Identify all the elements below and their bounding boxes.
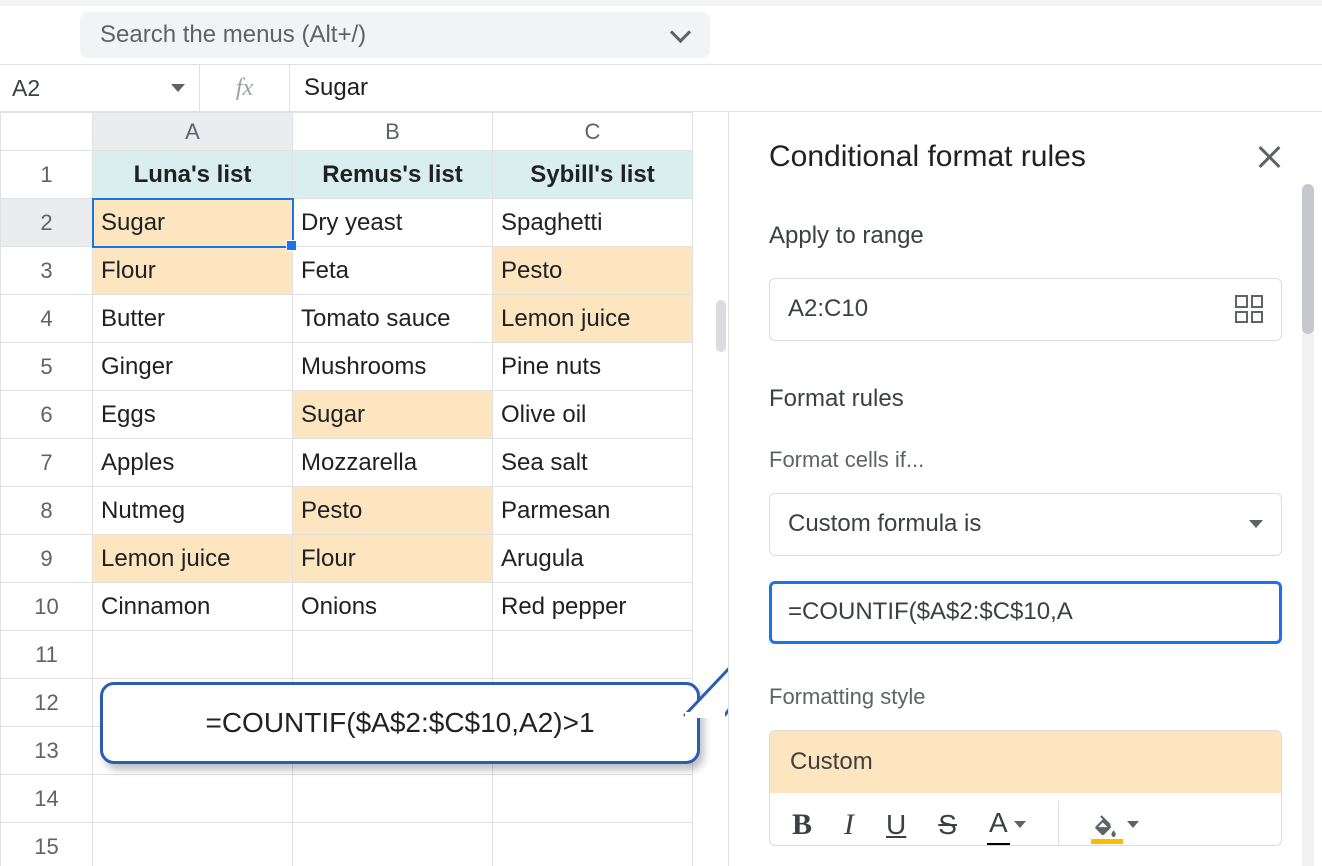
cell[interactable]: [93, 823, 293, 866]
row-header[interactable]: 6: [1, 391, 93, 439]
formula-bar-value: Sugar: [304, 74, 368, 102]
row-header[interactable]: 2: [1, 199, 93, 247]
cell[interactable]: Tomato sauce: [293, 295, 493, 343]
panel-scrollbar[interactable]: [1302, 184, 1314, 866]
cell[interactable]: [293, 775, 493, 823]
annotation-text: =COUNTIF($A$2:$C$10,A2)>1: [205, 707, 594, 738]
row-header[interactable]: 15: [1, 823, 93, 866]
cell[interactable]: Ginger: [93, 343, 293, 391]
paint-bucket-icon: [1091, 812, 1121, 838]
caret-down-icon: [1014, 821, 1026, 828]
caret-down-icon: [1249, 520, 1263, 528]
text-color-button[interactable]: A: [989, 807, 1026, 843]
format-cells-if-label: Format cells if...: [769, 447, 1282, 473]
spreadsheet-grid[interactable]: ABC 1Luna's listRemus's listSybill's list…: [0, 112, 728, 866]
format-rules-label: Format rules: [769, 385, 1282, 413]
cell[interactable]: Pesto: [493, 247, 693, 295]
chevron-down-icon: [670, 24, 692, 46]
style-preview[interactable]: Custom: [770, 731, 1281, 793]
name-box[interactable]: A2: [0, 65, 200, 111]
name-box-value: A2: [12, 75, 40, 102]
cell[interactable]: Spaghetti: [493, 199, 693, 247]
cell[interactable]: Apples: [93, 439, 293, 487]
row-header[interactable]: 14: [1, 775, 93, 823]
cell[interactable]: Flour: [93, 247, 293, 295]
row-header[interactable]: 3: [1, 247, 93, 295]
cell[interactable]: Sugar: [293, 391, 493, 439]
strike-button[interactable]: S: [938, 809, 957, 841]
row-header[interactable]: 5: [1, 343, 93, 391]
cell[interactable]: [493, 775, 693, 823]
row-header[interactable]: 11: [1, 631, 93, 679]
cell[interactable]: Cinnamon: [93, 583, 293, 631]
cell[interactable]: Olive oil: [493, 391, 693, 439]
caret-down-icon: [171, 84, 185, 92]
cell[interactable]: Arugula: [493, 535, 693, 583]
menu-search[interactable]: [80, 12, 710, 58]
row-header[interactable]: 13: [1, 727, 93, 775]
cell[interactable]: Lemon juice: [93, 535, 293, 583]
cell[interactable]: Dry yeast: [293, 199, 493, 247]
panel-title: Conditional format rules: [769, 140, 1086, 174]
row-header[interactable]: 12: [1, 679, 93, 727]
italic-button[interactable]: I: [844, 808, 854, 842]
table-header-cell[interactable]: Remus's list: [293, 151, 493, 199]
close-icon[interactable]: [1256, 144, 1282, 170]
cell[interactable]: Pesto: [293, 487, 493, 535]
formatting-style-box: Custom B I U S A: [769, 730, 1282, 846]
row-header[interactable]: 1: [1, 151, 93, 199]
menu-search-input[interactable]: [98, 20, 670, 50]
row-header[interactable]: 9: [1, 535, 93, 583]
apply-to-range-label: Apply to range: [769, 222, 1282, 250]
cell[interactable]: Mushrooms: [293, 343, 493, 391]
cell[interactable]: Lemon juice: [493, 295, 693, 343]
conditional-format-panel: Conditional format rules Apply to range …: [728, 112, 1322, 866]
cell[interactable]: Feta: [293, 247, 493, 295]
cell[interactable]: Onions: [293, 583, 493, 631]
cell[interactable]: Eggs: [93, 391, 293, 439]
cell[interactable]: Pine nuts: [493, 343, 693, 391]
custom-formula-input[interactable]: =COUNTIF($A$2:$C$10,A: [769, 581, 1282, 644]
range-value: A2:C10: [788, 295, 868, 323]
column-header[interactable]: B: [293, 113, 493, 151]
condition-select[interactable]: Custom formula is: [769, 493, 1282, 556]
cell[interactable]: Butter: [93, 295, 293, 343]
underline-button[interactable]: U: [886, 809, 906, 841]
range-input[interactable]: A2:C10: [769, 278, 1282, 341]
custom-formula-value: =COUNTIF($A$2:$C$10,A: [788, 598, 1073, 626]
select-all-cell[interactable]: [1, 113, 93, 151]
fx-icon: fx: [200, 65, 290, 111]
row-header[interactable]: 8: [1, 487, 93, 535]
cell[interactable]: [293, 631, 493, 679]
cell[interactable]: Red pepper: [493, 583, 693, 631]
row-header[interactable]: 4: [1, 295, 93, 343]
select-range-icon[interactable]: [1235, 295, 1263, 323]
cell[interactable]: [293, 823, 493, 866]
formatting-style-label: Formatting style: [769, 684, 1282, 710]
bold-button[interactable]: B: [792, 808, 812, 842]
cell[interactable]: Parmesan: [493, 487, 693, 535]
cell[interactable]: Nutmeg: [93, 487, 293, 535]
row-header[interactable]: 10: [1, 583, 93, 631]
row-header[interactable]: 7: [1, 439, 93, 487]
cell[interactable]: [93, 775, 293, 823]
fill-color-button[interactable]: [1091, 812, 1139, 838]
vertical-scrollbar[interactable]: [716, 300, 726, 352]
table-header-cell[interactable]: Luna's list: [93, 151, 293, 199]
column-header[interactable]: C: [493, 113, 693, 151]
formula-bar[interactable]: Sugar: [290, 65, 1322, 111]
cell[interactable]: [493, 631, 693, 679]
cell[interactable]: [493, 823, 693, 866]
cell[interactable]: Flour: [293, 535, 493, 583]
style-name: Custom: [790, 748, 873, 776]
table-header-cell[interactable]: Sybill's list: [493, 151, 693, 199]
condition-value: Custom formula is: [788, 510, 981, 538]
cell[interactable]: Sugar: [93, 199, 293, 247]
cell[interactable]: [93, 631, 293, 679]
cell[interactable]: Sea salt: [493, 439, 693, 487]
annotation-callout: =COUNTIF($A$2:$C$10,A2)>1: [100, 682, 700, 764]
cell[interactable]: Mozzarella: [293, 439, 493, 487]
column-header[interactable]: A: [93, 113, 293, 151]
caret-down-icon: [1127, 821, 1139, 828]
